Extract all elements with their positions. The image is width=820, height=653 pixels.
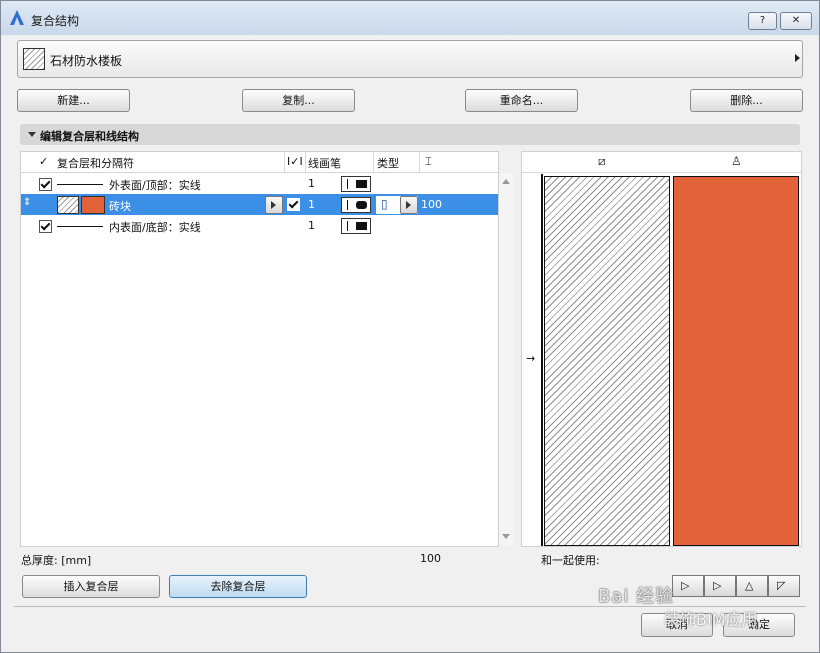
wall-icon: ▷ [681,579,690,592]
solid-line-sample [57,184,103,185]
fill-menu-button[interactable] [265,196,283,214]
composite-name: 石材防水楼板 [50,54,123,68]
hatched-layer-preview [544,176,670,546]
header-line-pen: 线画笔 [308,157,341,170]
row-pen[interactable]: 1 [308,219,315,232]
preview-header: ⧄ ♙ [522,152,801,173]
close-button[interactable]: ✕ [780,12,812,30]
use-with-roof-button[interactable]: △ [736,575,768,597]
table-scrollbar[interactable] [499,173,513,545]
fill-pattern-icon: ⧄ [598,154,606,168]
insert-layer-button[interactable]: 插入复合层 [22,575,160,598]
composite-selector[interactable]: 石材防水楼板 [17,40,803,78]
use-with-wall-button[interactable]: ▷ [672,575,704,597]
collapse-triangle-icon[interactable] [28,132,36,137]
row-label: 内表面/底部：实线 [109,221,201,234]
header-type: 类型 [377,157,399,170]
chevron-right-icon [795,54,800,62]
reference-arrow-icon: → [526,352,536,365]
help-button[interactable]: ? [748,12,777,30]
section-edit-layers[interactable]: 编辑复合层和线结构 [20,124,800,145]
header-thickness-icon: ⌶ [425,155,432,168]
shell-icon: ◸ [777,579,786,592]
header-pen-check: I✓I [287,155,303,168]
line-type-swatch[interactable] [341,176,371,192]
row-pen[interactable]: 1 [308,177,315,190]
use-with-shell-button[interactable]: ◸ [768,575,800,597]
remove-layer-button[interactable]: 去除复合层 [169,575,307,598]
line-type-swatch[interactable] [341,197,371,213]
table-row[interactable]: 内表面/底部：实线 1 [21,215,498,236]
delete-button[interactable]: 删除... [690,89,803,112]
outer-skin-line [541,174,543,546]
fill-color-swatch[interactable] [81,196,105,214]
total-thickness-value: 100 [420,552,441,565]
row-thickness[interactable]: 100 [421,198,442,211]
column-divider [419,152,420,172]
use-with-label: 和一起使用: [541,554,600,567]
slab-icon: ▷ [713,579,722,592]
row-label: 外表面/顶部：实线 [109,179,201,192]
layer-preview-panel: ⧄ ♙ → [521,151,802,547]
rename-button[interactable]: 重命名... [465,89,578,112]
scroll-up-icon[interactable] [502,179,510,184]
fill-pattern-swatch[interactable] [57,196,79,214]
row-visible-checkbox[interactable] [39,178,52,191]
watermark-baidu: Bai 经验 [598,586,675,607]
row-pen-checkbox[interactable] [287,198,300,211]
watermark-author: 装饰BIM应用 [664,610,758,629]
structure-type-icon[interactable]: ▯ [381,197,388,211]
drag-handle-icon[interactable]: ⇕ [23,197,31,208]
row-pen[interactable]: 1 [308,198,315,211]
layers-table: ✓ 复合层和分隔符 I✓I 线画笔 类型 ⌶ 外表面/顶部：实线 1 ⇕ 砖块 … [20,151,513,547]
title-bar: 复合结构 ? ✕ [1,1,819,35]
scroll-down-icon[interactable] [502,534,510,539]
column-divider [373,152,374,172]
row-visible-checkbox[interactable] [39,220,52,233]
section-title: 编辑复合层和线结构 [40,130,139,143]
total-thickness-label: 总厚度: [mm] [21,554,92,567]
type-menu-button[interactable] [400,196,418,214]
table-header: ✓ 复合层和分隔符 I✓I 线画笔 类型 ⌶ [21,152,498,173]
new-button[interactable]: 新建... [17,89,130,112]
table-row[interactable]: 外表面/顶部：实线 1 [21,173,498,194]
column-divider [284,152,285,172]
line-type-swatch[interactable] [341,218,371,234]
column-divider [305,152,306,172]
header-check: ✓ [39,155,49,168]
roof-icon: △ [745,579,754,592]
brick-layer-preview[interactable] [673,176,799,546]
row-label: 砖块 [109,200,131,213]
duplicate-button[interactable]: 复制... [242,89,355,112]
window-title: 复合结构 [31,14,80,28]
archicad-logo-icon [10,10,24,25]
use-with-slab-button[interactable]: ▷ [704,575,736,597]
paint-brush-icon: ♙ [731,154,742,168]
solid-line-sample [57,226,103,227]
table-row-selected[interactable]: ⇕ 砖块 1 ▯ 100 [21,194,498,215]
composite-pattern-swatch [23,48,45,70]
header-layers: 复合层和分隔符 [57,157,134,170]
